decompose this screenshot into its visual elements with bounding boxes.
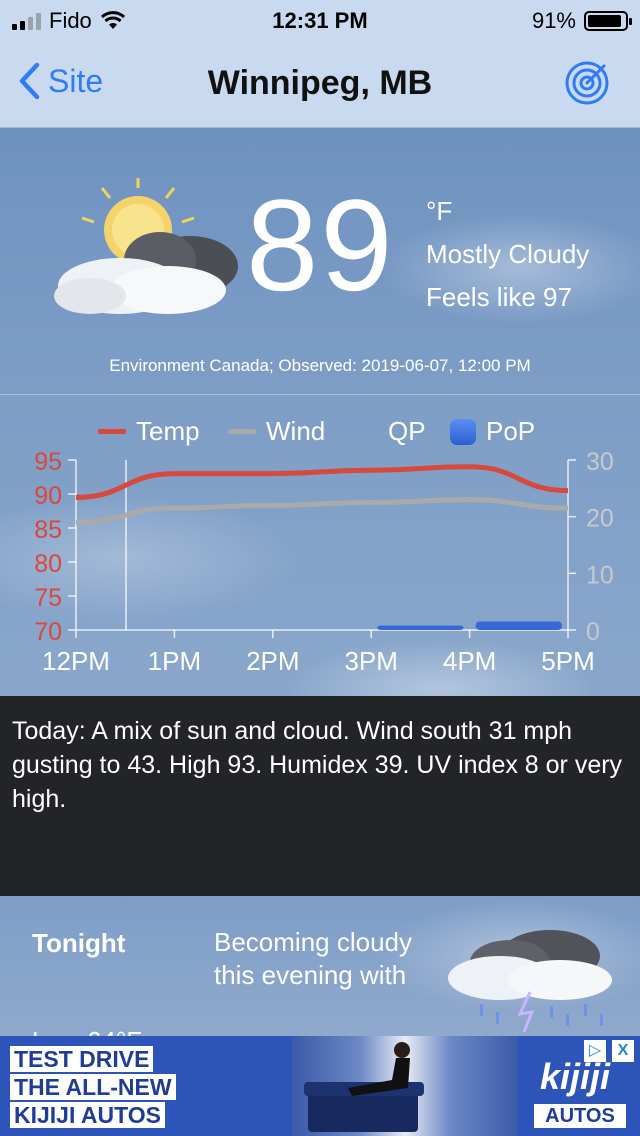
ad-banner[interactable]: TEST DRIVE THE ALL-NEW KIJIJI AUTOS kiji… (0, 1036, 640, 1136)
page-title: Winnipeg, MB (207, 64, 433, 102)
x-tick-label: 2PM (246, 646, 299, 676)
ad-line-3: KIJIJI AUTOS (10, 1102, 165, 1128)
tonight-forecast-row[interactable]: Tonight Becoming cloudy this evening wit… (0, 896, 640, 1036)
right-tick-label: 30 (586, 448, 614, 476)
wind-series-line (75, 497, 569, 525)
right-tick-label: 20 (586, 505, 614, 533)
radar-icon[interactable] (564, 60, 610, 106)
ad-brand: kijiji (540, 1056, 611, 1097)
temp-series-line (75, 464, 569, 500)
current-conditions-panel: 89 °F Mostly Cloudy Feels like 97 Enviro… (0, 128, 640, 696)
legend-wind-label: Wind (266, 416, 326, 446)
battery-fill (588, 15, 621, 27)
left-tick-label: 85 (34, 516, 62, 544)
feels-like: Feels like 97 (426, 282, 572, 312)
ad-line-1: TEST DRIVE (10, 1046, 154, 1072)
thunderstorm-icon (448, 930, 612, 1033)
ad-choices: ▷ X (584, 1040, 634, 1062)
x-tick-label: 12PM (42, 646, 110, 676)
ad-line-2: THE ALL-NEW (10, 1074, 176, 1100)
legend-pop-swatch (450, 418, 476, 445)
legend-qp: QP (388, 416, 426, 447)
hourly-forecast-chart: 95 90 85 80 75 70 30 20 10 0 12PM 1PM 2PM 3PM 4PM 5PM (34, 448, 614, 676)
x-tick-label: 1PM (148, 646, 201, 676)
navigation-bar: Site Winnipeg, MB (0, 40, 640, 128)
legend-temp-label: Temp (136, 416, 200, 446)
status-bar: Fido 12:31 PM 91% (0, 0, 640, 40)
tonight-label: Tonight (32, 928, 126, 958)
tonight-low: Low 64°F (32, 1026, 142, 1036)
ad-person-on-couch-image (304, 1042, 424, 1132)
left-tick-label: 95 (34, 448, 62, 476)
legend-pop-label: PoP (486, 416, 536, 446)
battery-percent: 91% (531, 8, 576, 33)
ad-photo (292, 1036, 518, 1136)
temperature-unit: °F (426, 196, 453, 226)
legend-qp-label: QP (388, 416, 426, 446)
current-condition: Mostly Cloudy (426, 239, 590, 269)
status-right: 91% (531, 8, 632, 34)
legend-pop: PoP (450, 416, 535, 447)
chart-legend: Temp Wind QP PoP (0, 416, 640, 446)
pop-bar (377, 625, 464, 630)
left-tick-label: 80 (34, 550, 62, 578)
observation-source: Environment Canada; Observed: 2019-06-07… (109, 356, 531, 375)
legend-temp: Temp (98, 416, 200, 447)
ad-brand-sub: AUTOS (534, 1104, 626, 1128)
sun-behind-cloud-icon (54, 178, 238, 314)
legend-temp-swatch (98, 429, 126, 434)
ad-close-icon[interactable]: X (612, 1040, 634, 1062)
x-tick-label: 3PM (344, 646, 397, 676)
battery-icon (584, 11, 632, 31)
left-tick-label: 90 (34, 482, 62, 510)
right-tick-label: 10 (586, 561, 614, 589)
legend-wind-swatch (228, 429, 256, 434)
x-tick-label: 5PM (541, 646, 594, 676)
left-tick-label: 75 (34, 584, 62, 612)
tonight-description: Becoming cloudy this evening with (214, 927, 412, 990)
left-tick-label: 70 (34, 618, 62, 646)
today-forecast-text: Today: A mix of sun and cloud. Wind sout… (0, 696, 640, 896)
right-tick-label: 0 (586, 618, 600, 646)
x-tick-label: 4PM (443, 646, 496, 676)
current-details: °F Mostly Cloudy Feels like 97 (426, 190, 589, 319)
legend-wind: Wind (228, 416, 325, 447)
divider (0, 394, 640, 395)
current-temperature: 89 (246, 172, 395, 318)
pop-bar (475, 621, 562, 630)
ad-choices-icon[interactable]: ▷ (584, 1040, 606, 1062)
